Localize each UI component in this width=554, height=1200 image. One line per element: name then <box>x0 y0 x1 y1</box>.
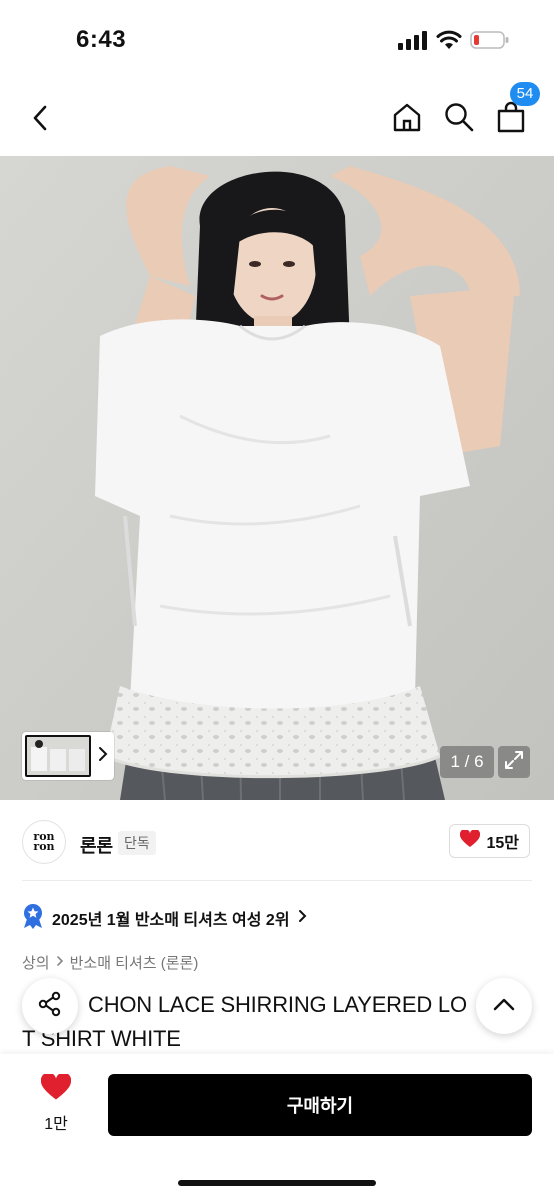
product-image[interactable] <box>0 156 554 800</box>
product-title-line-2: T SHIRT WHITE <box>22 1026 181 1051</box>
ranking-badge-icon <box>22 903 44 934</box>
status-icons <box>398 30 510 55</box>
ranking-link[interactable]: 2025년 1월 반소매 티셔츠 여성 2위 <box>22 903 308 934</box>
expand-icon <box>504 750 524 775</box>
home-button[interactable] <box>390 100 424 138</box>
image-page-indicator: 1 / 6 <box>440 746 494 778</box>
share-icon <box>37 991 63 1022</box>
home-icon <box>391 101 423 138</box>
home-indicator <box>178 1180 376 1186</box>
chevron-right-icon <box>56 954 64 971</box>
search-icon <box>443 101 475 138</box>
heart-icon <box>40 1072 72 1106</box>
cart-count-badge: 54 <box>510 82 540 106</box>
status-bar: 6:43 <box>0 0 554 80</box>
wifi-icon <box>436 30 462 55</box>
product-like-count: 1만 <box>44 1116 68 1133</box>
breadcrumb-item-subcategory[interactable]: 반소매 티셔츠 (론론) <box>70 952 199 973</box>
breadcrumb: 상의 반소매 티셔츠 (론론) <box>22 952 198 973</box>
divider <box>22 880 532 881</box>
thumbnail-strip[interactable] <box>22 732 114 780</box>
nav-actions: 54 <box>390 82 540 138</box>
nav-bar: 54 <box>0 80 554 156</box>
brand-name[interactable]: 론론 <box>80 832 113 858</box>
brand-like-count: 15만 <box>486 835 519 852</box>
status-time: 6:43 <box>76 26 127 53</box>
product-like-button[interactable]: 1만 <box>28 1072 84 1134</box>
exclusive-badge: 단독 <box>118 831 156 855</box>
chevron-left-icon <box>30 104 50 137</box>
share-button[interactable] <box>22 978 78 1034</box>
brand-logo-text-bottom: ron <box>33 840 55 853</box>
brand-logo[interactable]: ron ron <box>22 820 66 864</box>
chevron-right-icon <box>298 909 308 928</box>
buy-button[interactable]: 구매하기 <box>108 1074 532 1136</box>
scroll-top-button[interactable] <box>476 978 532 1034</box>
search-button[interactable] <box>442 100 476 138</box>
breadcrumb-item-category[interactable]: 상의 <box>22 952 50 973</box>
back-button[interactable] <box>22 102 58 138</box>
signal-icon <box>398 30 428 55</box>
ranking-text: 2025년 1월 반소매 티셔츠 여성 2위 <box>52 912 290 929</box>
product-title: CHON LACE SHIRRING LAYERED LO T SHIRT WH… <box>22 988 492 1056</box>
cart-button[interactable]: 54 <box>494 82 540 138</box>
chevron-up-icon <box>493 997 515 1016</box>
shopping-bag-icon <box>496 101 526 138</box>
brand-row: ron ron 론론 단독 15만 <box>0 800 554 882</box>
brand-like-button[interactable]: 15만 <box>449 824 530 858</box>
product-title-line-1: CHON LACE SHIRRING LAYERED LO <box>88 992 467 1017</box>
heart-icon <box>460 828 481 853</box>
battery-icon <box>470 30 510 55</box>
chevron-right-icon <box>98 746 108 767</box>
bottom-action-bar: 1만 구매하기 <box>0 1054 554 1200</box>
thumbnail-next-button[interactable] <box>95 735 111 777</box>
thumbnail-image[interactable] <box>25 735 91 777</box>
expand-image-button[interactable] <box>498 746 530 778</box>
